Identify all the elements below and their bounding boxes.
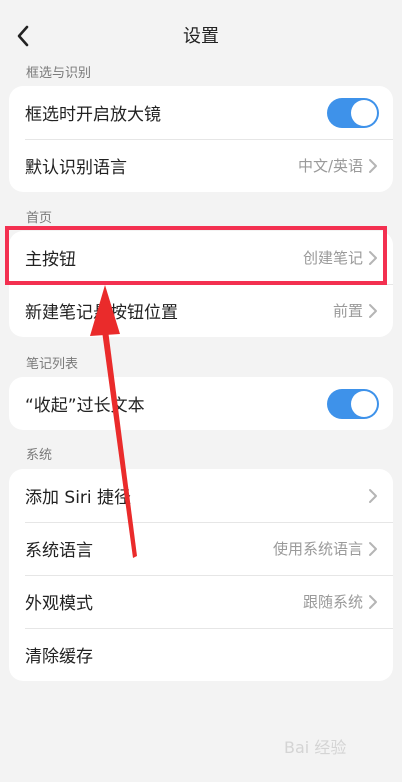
row-label: 清除缓存 xyxy=(25,647,93,667)
card-note-list: “收起”过长文本 xyxy=(9,377,393,430)
row-label: 添加 Siri 捷径 xyxy=(25,488,132,508)
row-label: 外观模式 xyxy=(25,594,93,614)
header: 设置 xyxy=(0,0,402,68)
toggle-knob xyxy=(351,390,377,417)
row-label: 框选时开启放大镜 xyxy=(25,105,161,125)
row-new-note-button-position[interactable]: 新建笔记悬按钮位置 前置 xyxy=(9,284,393,337)
section-label-recognition: 框选与识别 xyxy=(26,66,92,81)
row-value: 使用系统语言 xyxy=(272,540,363,558)
row-system-language[interactable]: 系统语言 使用系统语言 xyxy=(9,522,393,575)
chevron-right-icon xyxy=(367,157,379,175)
collapse-text-toggle[interactable] xyxy=(327,388,379,419)
baidu-watermark: Bai 经验 xyxy=(284,738,347,757)
row-collapse-long-text[interactable]: “收起”过长文本 xyxy=(9,377,393,430)
row-appearance-mode[interactable]: 外观模式 跟随系统 xyxy=(9,575,393,628)
row-magnifier[interactable]: 框选时开启放大镜 xyxy=(9,86,393,139)
row-label: 系统语言 xyxy=(25,541,93,561)
toggle-knob xyxy=(351,99,377,126)
chevron-right-icon xyxy=(367,540,379,558)
row-value: 跟随系统 xyxy=(302,593,363,611)
row-label: 默认识别语言 xyxy=(25,158,127,178)
chevron-right-icon xyxy=(367,487,379,505)
section-label-system: 系统 xyxy=(26,448,53,463)
chevron-right-icon xyxy=(367,302,379,320)
row-value: 中文/英语 xyxy=(297,157,363,175)
highlight-box xyxy=(5,226,387,285)
row-label: 新建笔记悬按钮位置 xyxy=(25,303,178,323)
card-recognition: 框选时开启放大镜 默认识别语言 中文/英语 xyxy=(9,86,393,192)
row-add-siri-shortcut[interactable]: 添加 Siri 捷径 xyxy=(9,469,393,522)
magnifier-toggle[interactable] xyxy=(327,97,379,128)
row-value: 前置 xyxy=(332,302,363,320)
page-title: 设置 xyxy=(183,26,219,47)
row-clear-cache[interactable]: 清除缓存 xyxy=(9,628,393,681)
section-label-note-list: 笔记列表 xyxy=(26,357,79,372)
card-system: 添加 Siri 捷径 系统语言 使用系统语言 外观模式 跟随系统 清除缓存 xyxy=(9,469,393,681)
chevron-right-icon xyxy=(367,593,379,611)
row-label: “收起”过长文本 xyxy=(25,396,145,416)
row-default-language[interactable]: 默认识别语言 中文/英语 xyxy=(9,139,393,192)
